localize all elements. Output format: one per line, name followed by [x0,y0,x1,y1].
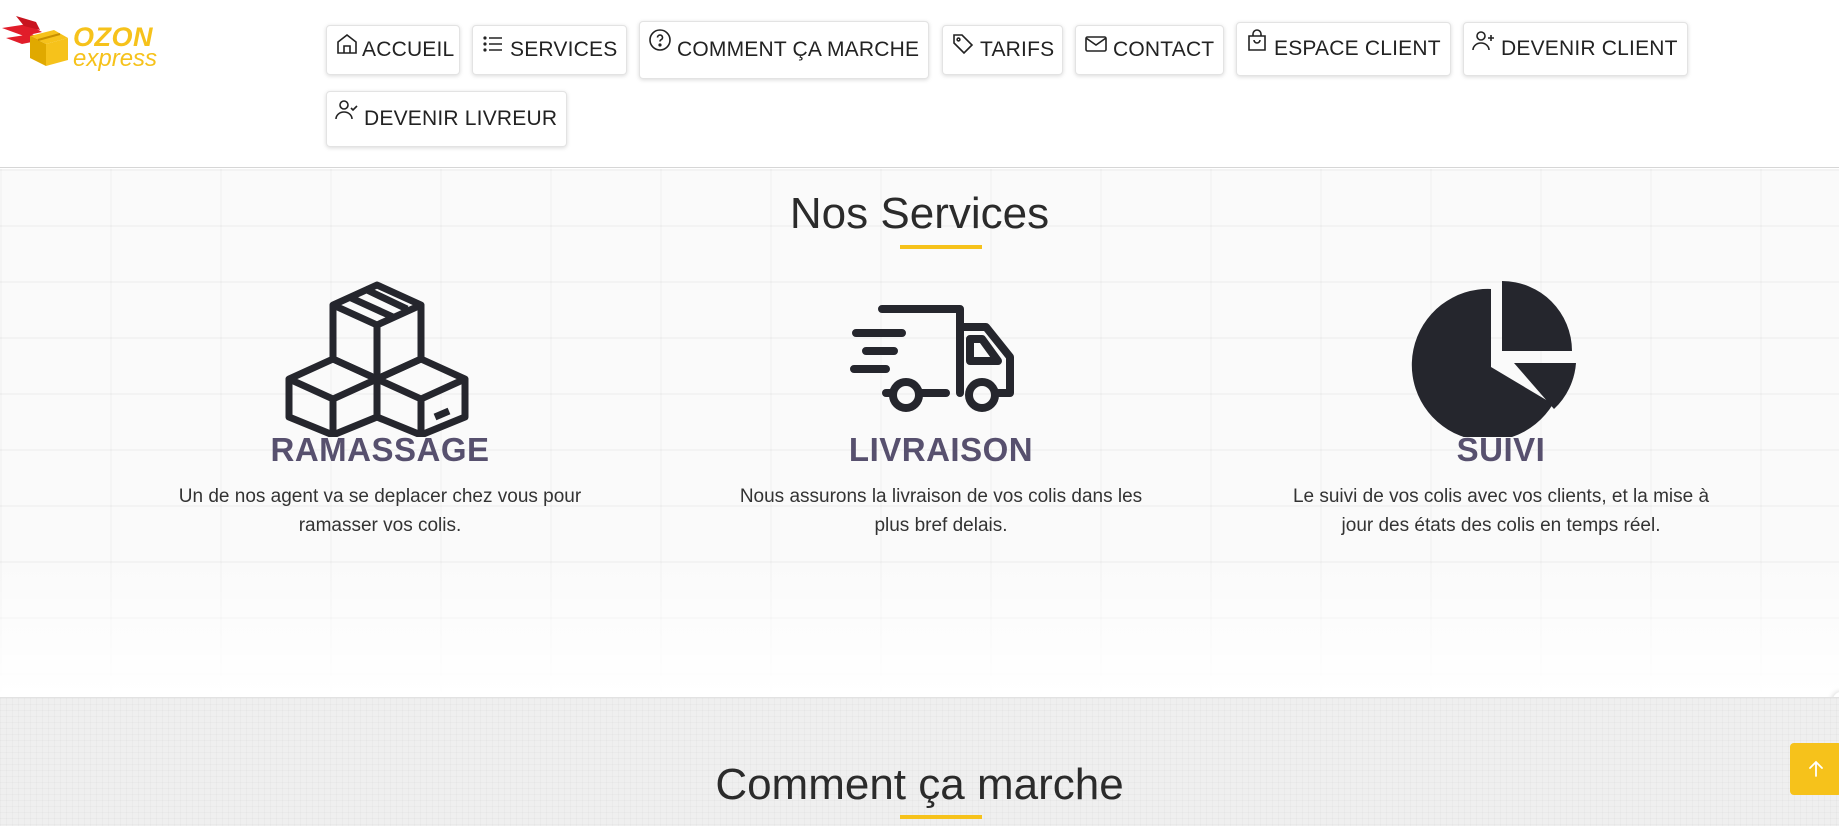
services-title: Nos Services [789,189,1050,238]
nav-accueil[interactable]: ACCUEIL [326,25,460,75]
envelope-icon [1085,36,1107,52]
help-circle-icon [649,29,671,51]
nav-devenir-client[interactable]: DEVENIR CLIENT [1463,22,1688,76]
services-title-underline [900,245,982,249]
user-check-icon [335,100,358,120]
nav-label: CONTACT [1113,38,1215,61]
nav-label: ESPACE CLIENT [1274,37,1441,60]
nav-devenir-livreur[interactable]: DEVENIR LIVREUR [326,91,567,147]
list-icon [483,36,502,52]
nav-contact[interactable]: CONTACT [1075,25,1224,75]
service-title: LIVRAISON [848,431,1034,468]
how-it-works-underline [900,815,982,819]
nav-services[interactable]: SERVICES [472,25,627,75]
service-description: Le suivi de vos colis avec vos clients, … [1292,486,1710,536]
boxes-icon [285,281,469,437]
service-ramassage: RAMASSAGE Un de nos agent va se deplacer… [150,281,610,536]
logo-mark-icon [2,16,68,66]
pie-chart-icon [1411,281,1576,437]
nav-label: COMMENT ÇA MARCHE [677,38,920,61]
how-it-works-section: Comment ça marche [0,697,1839,826]
service-description: Nous assurons la livraison de vos colis … [739,486,1143,536]
service-title: RAMASSAGE [270,431,490,468]
nav-tarifs[interactable]: TARIFS [942,25,1063,75]
tag-icon [953,34,974,55]
service-suivi: SUIVI Le suivi de vos colis avec vos cli… [1271,281,1731,536]
delivery-truck-icon [850,305,1014,412]
arrow-up-icon [1809,760,1823,777]
home-icon [337,33,357,54]
nav-label: TARIFS [980,38,1055,61]
brand-logo[interactable]: OZON express [2,14,162,72]
services-section: Nos Services RAMASSAGE Un de nos agent v… [0,169,1839,789]
how-it-works-title: Comment ça marche [715,760,1124,809]
scroll-to-top-button[interactable] [1790,743,1839,795]
nav-label: DEVENIR LIVREUR [364,107,558,130]
nav-comment-ca-marche[interactable]: COMMENT ÇA MARCHE [639,21,929,79]
nav-label: DEVENIR CLIENT [1501,37,1678,60]
shopping-bag-icon [1248,29,1266,51]
service-title: SUIVI [1456,431,1546,468]
nav-espace-client[interactable]: ESPACE CLIENT [1236,22,1451,76]
service-livraison: LIVRAISON Nous assurons la livraison de … [711,281,1171,536]
site-header: OZON express ACCUEIL SERVICES COMMENT ÇA… [0,0,1839,168]
service-description: Un de nos agent va se deplacer chez vous… [178,486,582,536]
nav-label: ACCUEIL [362,38,455,61]
nav-label: SERVICES [510,38,618,61]
brand-subname: express [73,45,158,72]
user-plus-icon [1472,31,1494,51]
